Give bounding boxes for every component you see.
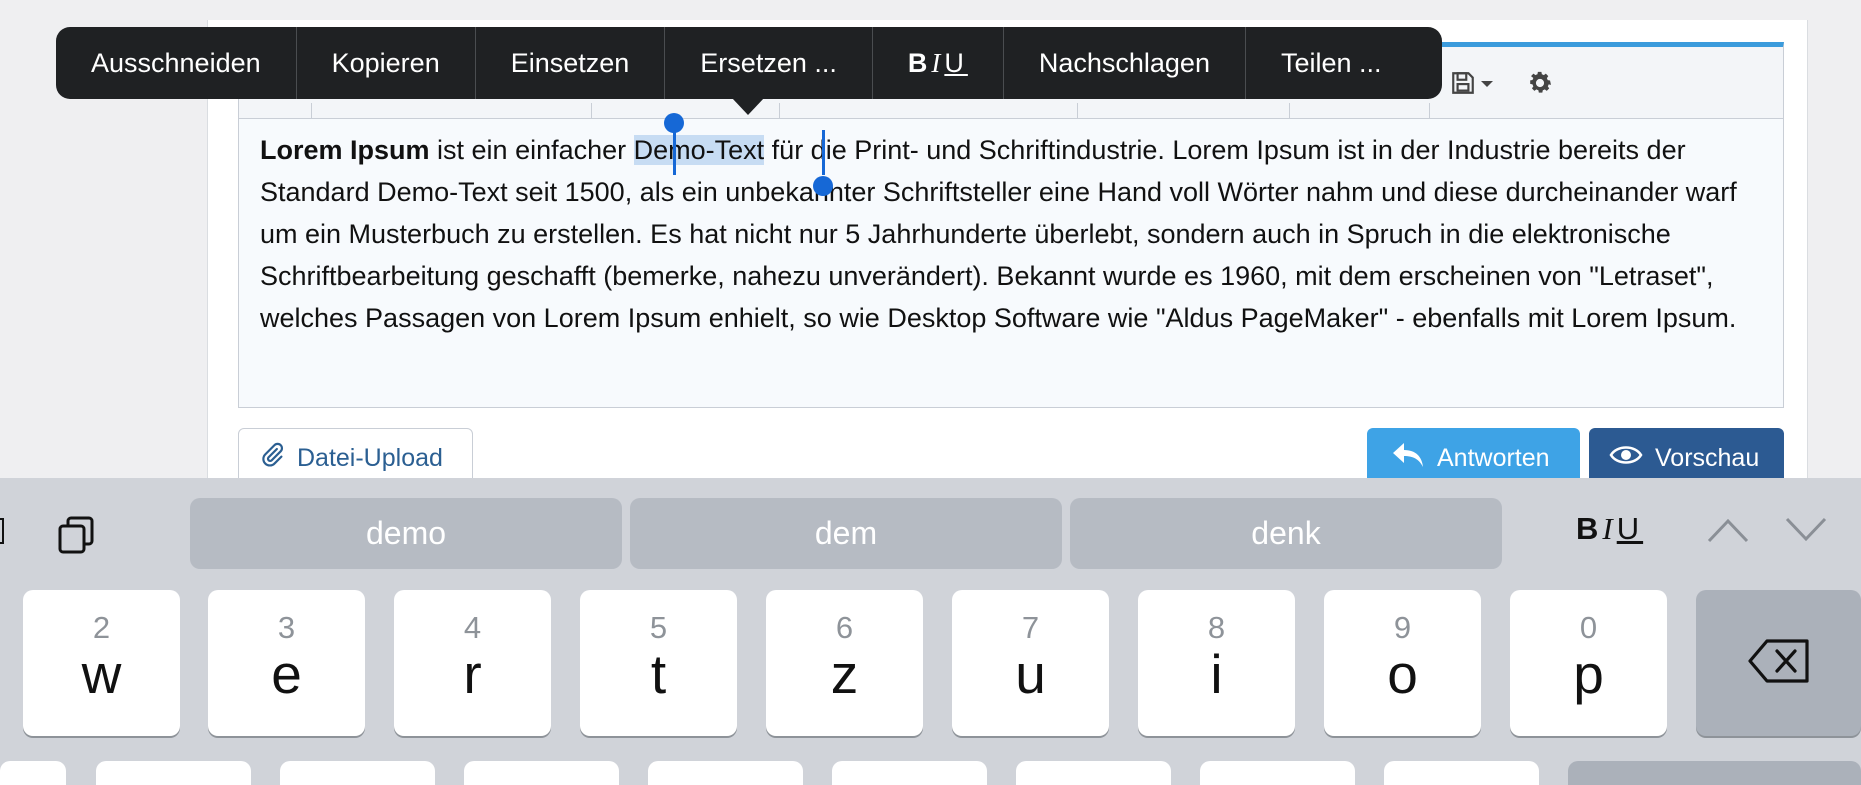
key-letter: p (1573, 643, 1604, 705)
toolbar-separator (1077, 103, 1078, 119)
key-letter: z (830, 643, 859, 705)
key-number: 8 (1207, 610, 1226, 645)
backspace-key[interactable] (1696, 590, 1861, 736)
selection-start-handle[interactable] (664, 113, 684, 133)
italic-glyph: I (1602, 511, 1617, 546)
bold-glyph: B (907, 47, 932, 78)
toolbar-separator (591, 103, 592, 119)
key-t[interactable]: 5t (580, 590, 737, 736)
menu-copy[interactable]: Kopieren (297, 27, 476, 99)
key-number: 3 (277, 610, 296, 645)
key-letter: r (463, 643, 482, 705)
selection-start-caret (673, 130, 676, 175)
save-dropdown-button[interactable] (1444, 67, 1500, 103)
key-number: 5 (649, 610, 668, 645)
underline-glyph: U (944, 47, 968, 78)
suggestion-1[interactable]: demo (190, 498, 622, 569)
key-partial[interactable] (0, 761, 66, 785)
key-z[interactable]: 6z (766, 590, 923, 736)
key-letter: t (650, 643, 667, 705)
backspace-icon (1747, 638, 1811, 689)
selection-end-caret (822, 130, 825, 175)
key-partial[interactable] (96, 761, 251, 785)
toolbar-separator (1289, 103, 1290, 119)
menu-cut[interactable]: Ausschneiden (56, 27, 297, 99)
key-partial[interactable] (1384, 761, 1539, 785)
key-partial[interactable] (648, 761, 803, 785)
italic-glyph: I (931, 47, 945, 78)
key-number: 0 (1579, 610, 1598, 645)
reply-label: Antworten (1437, 443, 1550, 472)
keyboard-format-biu[interactable]: BIU (1576, 511, 1643, 547)
chevron-down-icon[interactable] (1784, 516, 1828, 549)
preview-label: Vorschau (1655, 443, 1760, 472)
key-o[interactable]: 9o (1324, 590, 1481, 736)
gear-icon (1526, 69, 1554, 102)
key-number: 4 (463, 610, 482, 645)
clipboard-icon[interactable] (56, 514, 98, 561)
key-r[interactable]: 4r (394, 590, 551, 736)
key-i[interactable]: 8i (1138, 590, 1295, 736)
on-screen-keyboard: demo dem denk BIU 2w 3e 4r 5t 6z 7u 8i 9… (0, 478, 1861, 785)
key-p[interactable]: 0p (1510, 590, 1667, 736)
bold-glyph: B (1576, 511, 1603, 546)
menu-lookup[interactable]: Nachschlagen (1004, 27, 1246, 99)
editor-lead-text: Lorem Ipsum (260, 135, 430, 165)
key-partial[interactable] (1016, 761, 1171, 785)
key-number: 7 (1021, 610, 1040, 645)
toolbar-separator (1429, 103, 1430, 119)
key-w[interactable]: 2w (23, 590, 180, 736)
key-letter: e (271, 643, 302, 705)
key-number: 6 (835, 610, 854, 645)
selected-text[interactable]: Demo-Text (633, 135, 765, 165)
editor-text[interactable]: Lorem Ipsum ist ein einfacher Demo-Text … (260, 129, 1770, 339)
menu-paste[interactable]: Einsetzen (476, 27, 666, 99)
keyboard-shortcut-bar: demo dem denk BIU (0, 478, 1861, 588)
key-partial[interactable] (1200, 761, 1355, 785)
eye-icon (1609, 443, 1643, 474)
key-letter: w (81, 643, 122, 705)
underline-glyph: U (1616, 511, 1644, 546)
reply-arrow-icon (1391, 441, 1425, 476)
key-partial[interactable] (280, 761, 435, 785)
suggestion-3[interactable]: denk (1070, 498, 1502, 569)
paperclip-icon (259, 442, 285, 475)
key-u[interactable]: 7u (952, 590, 1109, 736)
return-key-partial[interactable] (1568, 761, 1861, 785)
settings-button[interactable] (1522, 67, 1558, 103)
file-upload-label: Datei-Upload (297, 443, 443, 472)
chevron-up-icon[interactable] (1706, 516, 1750, 549)
key-number: 2 (92, 610, 111, 645)
context-menu-pointer (732, 98, 764, 115)
toolbar-separator (311, 103, 312, 119)
save-icon (1450, 70, 1476, 101)
menu-replace[interactable]: Ersetzen ... (665, 27, 873, 99)
key-partial[interactable] (832, 761, 987, 785)
selection-end-handle[interactable] (813, 176, 833, 196)
menu-format-biu[interactable]: BIU (873, 27, 1004, 99)
suggestion-2[interactable]: dem (630, 498, 1062, 569)
editor-text-before: ist ein einfacher (429, 135, 634, 165)
key-letter: u (1015, 643, 1046, 705)
undo-icon[interactable] (0, 518, 4, 544)
caret-down-icon (1480, 76, 1494, 94)
toolbar-separator (779, 103, 780, 119)
key-letter: i (1210, 643, 1223, 705)
key-partial[interactable] (464, 761, 619, 785)
key-letter: o (1387, 643, 1418, 705)
key-number: 9 (1393, 610, 1412, 645)
text-context-menu: Ausschneiden Kopieren Einsetzen Ersetzen… (56, 27, 1442, 99)
key-e[interactable]: 3e (208, 590, 365, 736)
menu-share[interactable]: Teilen ... (1246, 27, 1417, 99)
